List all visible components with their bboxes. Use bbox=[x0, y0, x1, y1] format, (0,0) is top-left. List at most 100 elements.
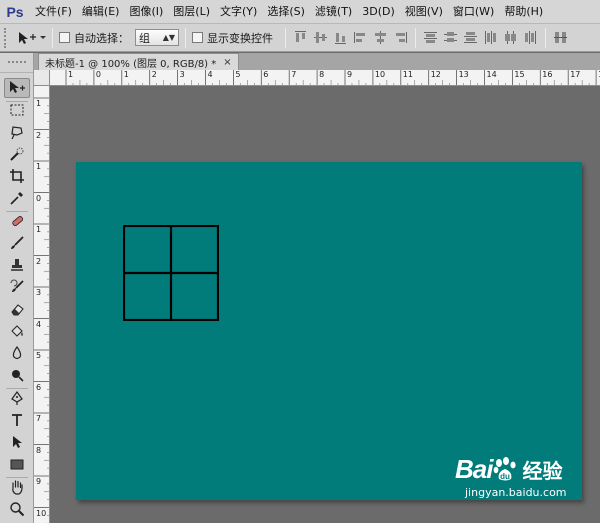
ruler-tick-label: 7 bbox=[291, 70, 297, 79]
separator bbox=[545, 27, 546, 48]
ruler-tick-label: 6 bbox=[263, 70, 269, 79]
distribute-vcenter-icon[interactable] bbox=[442, 29, 459, 46]
menu-help[interactable]: 帮助(H) bbox=[499, 0, 548, 24]
vertical-ruler-ticks bbox=[34, 97, 49, 523]
ruler-tick-label: 5 bbox=[235, 70, 241, 79]
distribute-bottom-icon[interactable] bbox=[462, 29, 479, 46]
ruler-tick-label: 3 bbox=[179, 70, 185, 79]
align-left-icon[interactable] bbox=[352, 29, 369, 46]
menu-type[interactable]: 文字(Y) bbox=[215, 0, 262, 24]
dodge-tool[interactable] bbox=[4, 365, 30, 385]
rectangle-tool[interactable] bbox=[4, 454, 30, 474]
blur-tool[interactable] bbox=[4, 343, 30, 363]
lasso-tool[interactable] bbox=[4, 122, 30, 142]
ruler-tick-label: 1 bbox=[36, 99, 42, 108]
ruler-tick-label: 4 bbox=[207, 70, 213, 79]
toolbox-grip[interactable] bbox=[0, 53, 33, 73]
lasso-icon bbox=[11, 126, 23, 140]
marquee-tool[interactable] bbox=[4, 100, 30, 120]
auto-select-dropdown[interactable]: 组 ▲▼ bbox=[135, 29, 179, 46]
menu-window[interactable]: 窗口(W) bbox=[448, 0, 499, 24]
menu-3d[interactable]: 3D(D) bbox=[357, 0, 400, 24]
document-tab[interactable]: 未标题-1 @ 100% (图层 0, RGB/8) * × bbox=[38, 53, 239, 70]
history-brush-icon bbox=[10, 279, 24, 292]
ruler-origin[interactable] bbox=[34, 70, 50, 86]
quick-select-icon bbox=[10, 147, 24, 161]
photoshop-logo: Ps bbox=[6, 3, 24, 20]
ruler-tick-label: 3 bbox=[36, 288, 42, 297]
align-right-icon[interactable] bbox=[392, 29, 409, 46]
menu-bar: Ps 文件(F) 编辑(E) 图像(I) 图层(L) 文字(Y) 选择(S) 滤… bbox=[0, 0, 600, 24]
type-tool[interactable] bbox=[4, 410, 30, 430]
move-tool[interactable] bbox=[4, 78, 30, 98]
show-transform-label: 显示变换控件 bbox=[207, 31, 273, 45]
distribute-left-icon[interactable] bbox=[482, 29, 499, 46]
pen-icon bbox=[11, 390, 23, 405]
ruler-tick-label: 1 bbox=[36, 162, 42, 171]
clone-stamp-tool[interactable] bbox=[4, 255, 30, 275]
tool-preset-picker[interactable] bbox=[16, 30, 46, 46]
ruler-tick-label: 5 bbox=[36, 351, 42, 360]
type-icon bbox=[12, 414, 22, 426]
ruler-tick-label: 1 bbox=[123, 70, 129, 79]
eraser-icon bbox=[11, 304, 24, 316]
auto-align-layers-icon[interactable] bbox=[552, 29, 569, 46]
hand-tool[interactable] bbox=[4, 477, 30, 497]
document-canvas[interactable] bbox=[76, 162, 582, 500]
watermark-url: jingyan.baidu.com bbox=[465, 486, 567, 499]
grid-shape[interactable] bbox=[123, 225, 219, 321]
zoom-tool[interactable] bbox=[4, 499, 30, 519]
document-tab-strip: 未标题-1 @ 100% (图层 0, RGB/8) * × bbox=[34, 53, 600, 70]
move-tool-preset-icon bbox=[19, 31, 46, 44]
horizontal-ruler[interactable]: 1012345678910111213141516171819 bbox=[50, 70, 600, 86]
eyedropper-tool[interactable] bbox=[4, 188, 30, 208]
pen-tool[interactable] bbox=[4, 388, 30, 408]
menu-select[interactable]: 选择(S) bbox=[262, 0, 310, 24]
align-buttons bbox=[292, 29, 409, 46]
menu-view[interactable]: 视图(V) bbox=[400, 0, 448, 24]
ruler-tick-label: 1 bbox=[36, 225, 42, 234]
menu-file[interactable]: 文件(F) bbox=[30, 0, 77, 24]
menu-edit[interactable]: 编辑(E) bbox=[77, 0, 125, 24]
align-top-icon[interactable] bbox=[292, 29, 309, 46]
align-vcenter-icon[interactable] bbox=[312, 29, 329, 46]
auto-select-checkbox[interactable] bbox=[59, 32, 70, 43]
menu-layer[interactable]: 图层(L) bbox=[168, 0, 215, 24]
show-transform-checkbox[interactable] bbox=[192, 32, 203, 43]
distribute-top-icon[interactable] bbox=[422, 29, 439, 46]
separator bbox=[285, 27, 286, 48]
distribute-buttons bbox=[422, 29, 539, 46]
align-hcenter-icon[interactable] bbox=[372, 29, 389, 46]
ruler-tick-label: 8 bbox=[36, 445, 42, 455]
history-brush-tool[interactable] bbox=[4, 277, 30, 297]
crop-tool[interactable] bbox=[4, 166, 30, 186]
zoom-icon bbox=[10, 502, 25, 517]
distribute-right-icon[interactable] bbox=[522, 29, 539, 46]
brush-tool[interactable] bbox=[4, 233, 30, 253]
baidu-jingyan-watermark: Bai du 经验 jingyan.baidu.com bbox=[455, 454, 597, 518]
menu-image[interactable]: 图像(I) bbox=[124, 0, 168, 24]
ruler-tick-label: 8 bbox=[319, 70, 325, 79]
ruler-tick-label: 0 bbox=[36, 193, 42, 203]
distribute-hcenter-icon[interactable] bbox=[502, 29, 519, 46]
watermark-brand-text: Bai bbox=[455, 454, 493, 484]
quick-select-tool[interactable] bbox=[4, 144, 30, 164]
crop-icon bbox=[10, 169, 24, 183]
menu-filter[interactable]: 滤镜(T) bbox=[310, 0, 357, 24]
ruler-tick-label: 16 bbox=[542, 70, 553, 79]
options-bar-grip[interactable] bbox=[4, 27, 10, 48]
separator bbox=[415, 27, 416, 48]
align-bottom-icon[interactable] bbox=[332, 29, 349, 46]
vertical-ruler[interactable]: 12101234567891011 bbox=[34, 86, 50, 523]
close-icon[interactable]: × bbox=[223, 57, 231, 68]
healing-tool[interactable] bbox=[4, 211, 30, 231]
paint-bucket-tool[interactable] bbox=[4, 321, 30, 341]
eraser-tool[interactable] bbox=[4, 299, 30, 319]
ruler-tick-label: 6 bbox=[36, 382, 42, 392]
ruler-tick-label: 13 bbox=[458, 70, 469, 79]
ruler-tick-label: 9 bbox=[36, 477, 42, 486]
path-select-tool[interactable] bbox=[4, 432, 30, 452]
ruler-tick-label: 0 bbox=[95, 70, 101, 79]
ruler-tick-label: 12 bbox=[430, 70, 441, 79]
dodge-icon bbox=[12, 370, 24, 382]
